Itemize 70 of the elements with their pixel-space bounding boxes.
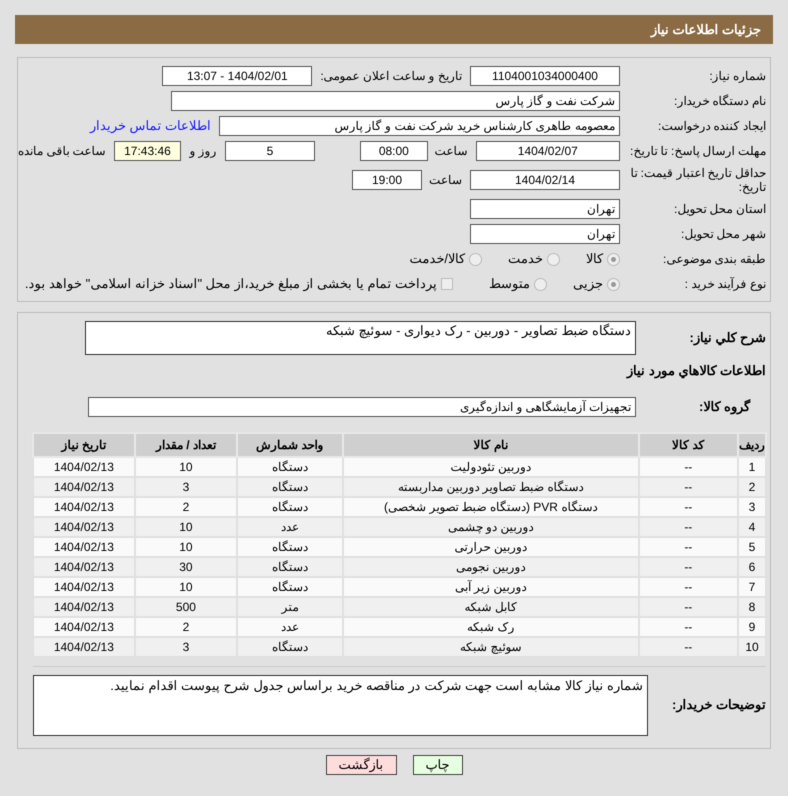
- table-cell: --: [638, 636, 738, 656]
- text-field[interactable]: 17:43:46: [114, 141, 182, 161]
- text-field[interactable]: تهران: [470, 199, 620, 219]
- table-cell: 6: [738, 556, 766, 576]
- table-cell: 1: [738, 456, 766, 476]
- column-header: تعداد / مقدار: [134, 432, 238, 456]
- table-cell: 10: [738, 636, 766, 656]
- radio-button[interactable]: [607, 252, 620, 266]
- text-field[interactable]: 1104001034000400: [470, 66, 620, 86]
- text-field[interactable]: معصومه طاهری کارشناس خرید شرکت نفت و گاز پارس: [219, 116, 620, 136]
- radio-label: متوسط: [489, 275, 530, 294]
- text-field[interactable]: 1404/02/07: [476, 141, 620, 161]
- text-field[interactable]: 5: [224, 141, 316, 161]
- radio-label: جزیی: [573, 275, 603, 294]
- table-cell: 3: [738, 496, 766, 516]
- table-cell: 8: [738, 596, 766, 616]
- table-cell: 5: [738, 536, 766, 556]
- text-field[interactable]: 1404/02/01 - 13:07: [162, 66, 312, 86]
- field-label: شرح کلي نياز:: [688, 329, 766, 348]
- contact-link[interactable]: اطلاعات تماس خریدار: [90, 116, 211, 136]
- text-field[interactable]: 19:00: [352, 170, 422, 190]
- column-header: واحد شمارش: [237, 432, 343, 456]
- field-label: شهر محل تحویل:: [680, 227, 766, 241]
- table-cell: 9: [738, 616, 766, 636]
- table-cell: سوئیچ شبکه: [342, 636, 639, 656]
- field-label: شماره نیاز:: [708, 69, 766, 83]
- field-label: حداقل تاریخ اعتبار قیمت: تا تاریخ:: [629, 166, 766, 194]
- table-cell: 2: [738, 476, 766, 496]
- checkbox-label: پرداخت تمام یا بخشی از مبلغ خرید،از محل "اسناد خزانه اسلامی" خواهد بود.: [24, 275, 437, 294]
- field-label: نام دستگاه خریدار:: [672, 94, 766, 108]
- radio-label: کالا: [586, 250, 603, 268]
- field-label: مهلت ارسال پاسخ: تا تاریخ:: [628, 144, 766, 158]
- column-header: نام کالا: [342, 432, 639, 456]
- notes-textarea[interactable]: شماره نیاز کالا مشابه است جهت شرکت در مناقصه خرید براساس جدول شرح پیوست اقدام نمایید.: [33, 674, 648, 736]
- table-cell: 7: [738, 576, 766, 596]
- radio-button[interactable]: [607, 278, 620, 290]
- text-field[interactable]: 08:00: [360, 141, 428, 161]
- table-cell: 4: [738, 516, 766, 536]
- group-field[interactable]: تجهیزات آزمایشگاهی و اندازه‌گیری: [88, 396, 636, 416]
- field-label: استان محل تحویل:: [672, 202, 766, 216]
- radio-button[interactable]: [534, 278, 547, 290]
- field-label: ساعت باقی مانده: [18, 144, 106, 158]
- field-label: نوع فرآیند خرید :: [684, 277, 766, 291]
- field-label: گروه کالا:: [698, 398, 752, 416]
- column-header: تاریخ نیاز: [33, 432, 135, 456]
- table-cell: 3: [134, 636, 238, 656]
- text-field[interactable]: تهران: [470, 224, 620, 244]
- field-label: طبقه بندی موضوعی:: [662, 252, 766, 266]
- field-label: ساعت: [436, 144, 468, 158]
- column-header: ردیف: [738, 432, 766, 456]
- field-label: ایجاد کننده درخواست:: [656, 119, 766, 133]
- checkbox[interactable]: [441, 278, 453, 290]
- field-label: تاریخ و ساعت اعلان عمومی:: [320, 69, 462, 83]
- description-textarea[interactable]: دستگاه ضبط تصاویر - دوربین - رک دیواری - سوئیچ شبکه: [85, 321, 636, 355]
- radio-label: کالا/خدمت: [409, 250, 465, 268]
- column-header: کد کالا: [638, 432, 738, 456]
- field-label: توضیحات خریدار:: [671, 696, 766, 714]
- field-label: ساعت: [430, 173, 462, 187]
- print-button[interactable]: چاپ: [412, 754, 462, 774]
- field-label: روز و: [189, 144, 217, 158]
- table-cell: 1404/02/13: [33, 636, 135, 656]
- text-field[interactable]: 1404/02/14: [470, 170, 620, 190]
- radio-button[interactable]: [547, 252, 560, 266]
- page-header: جزئیات اطلاعات نیاز: [15, 15, 773, 44]
- back-button[interactable]: بازگشت: [326, 754, 396, 774]
- text-field[interactable]: شرکت نفت و گاز پارس: [171, 91, 620, 111]
- radio-label: خدمت: [508, 250, 543, 268]
- section-title: اطلاعات کالاهاي مورد نياز: [625, 362, 766, 380]
- table-cell: دستگاه: [237, 636, 343, 656]
- radio-button[interactable]: [469, 252, 482, 266]
